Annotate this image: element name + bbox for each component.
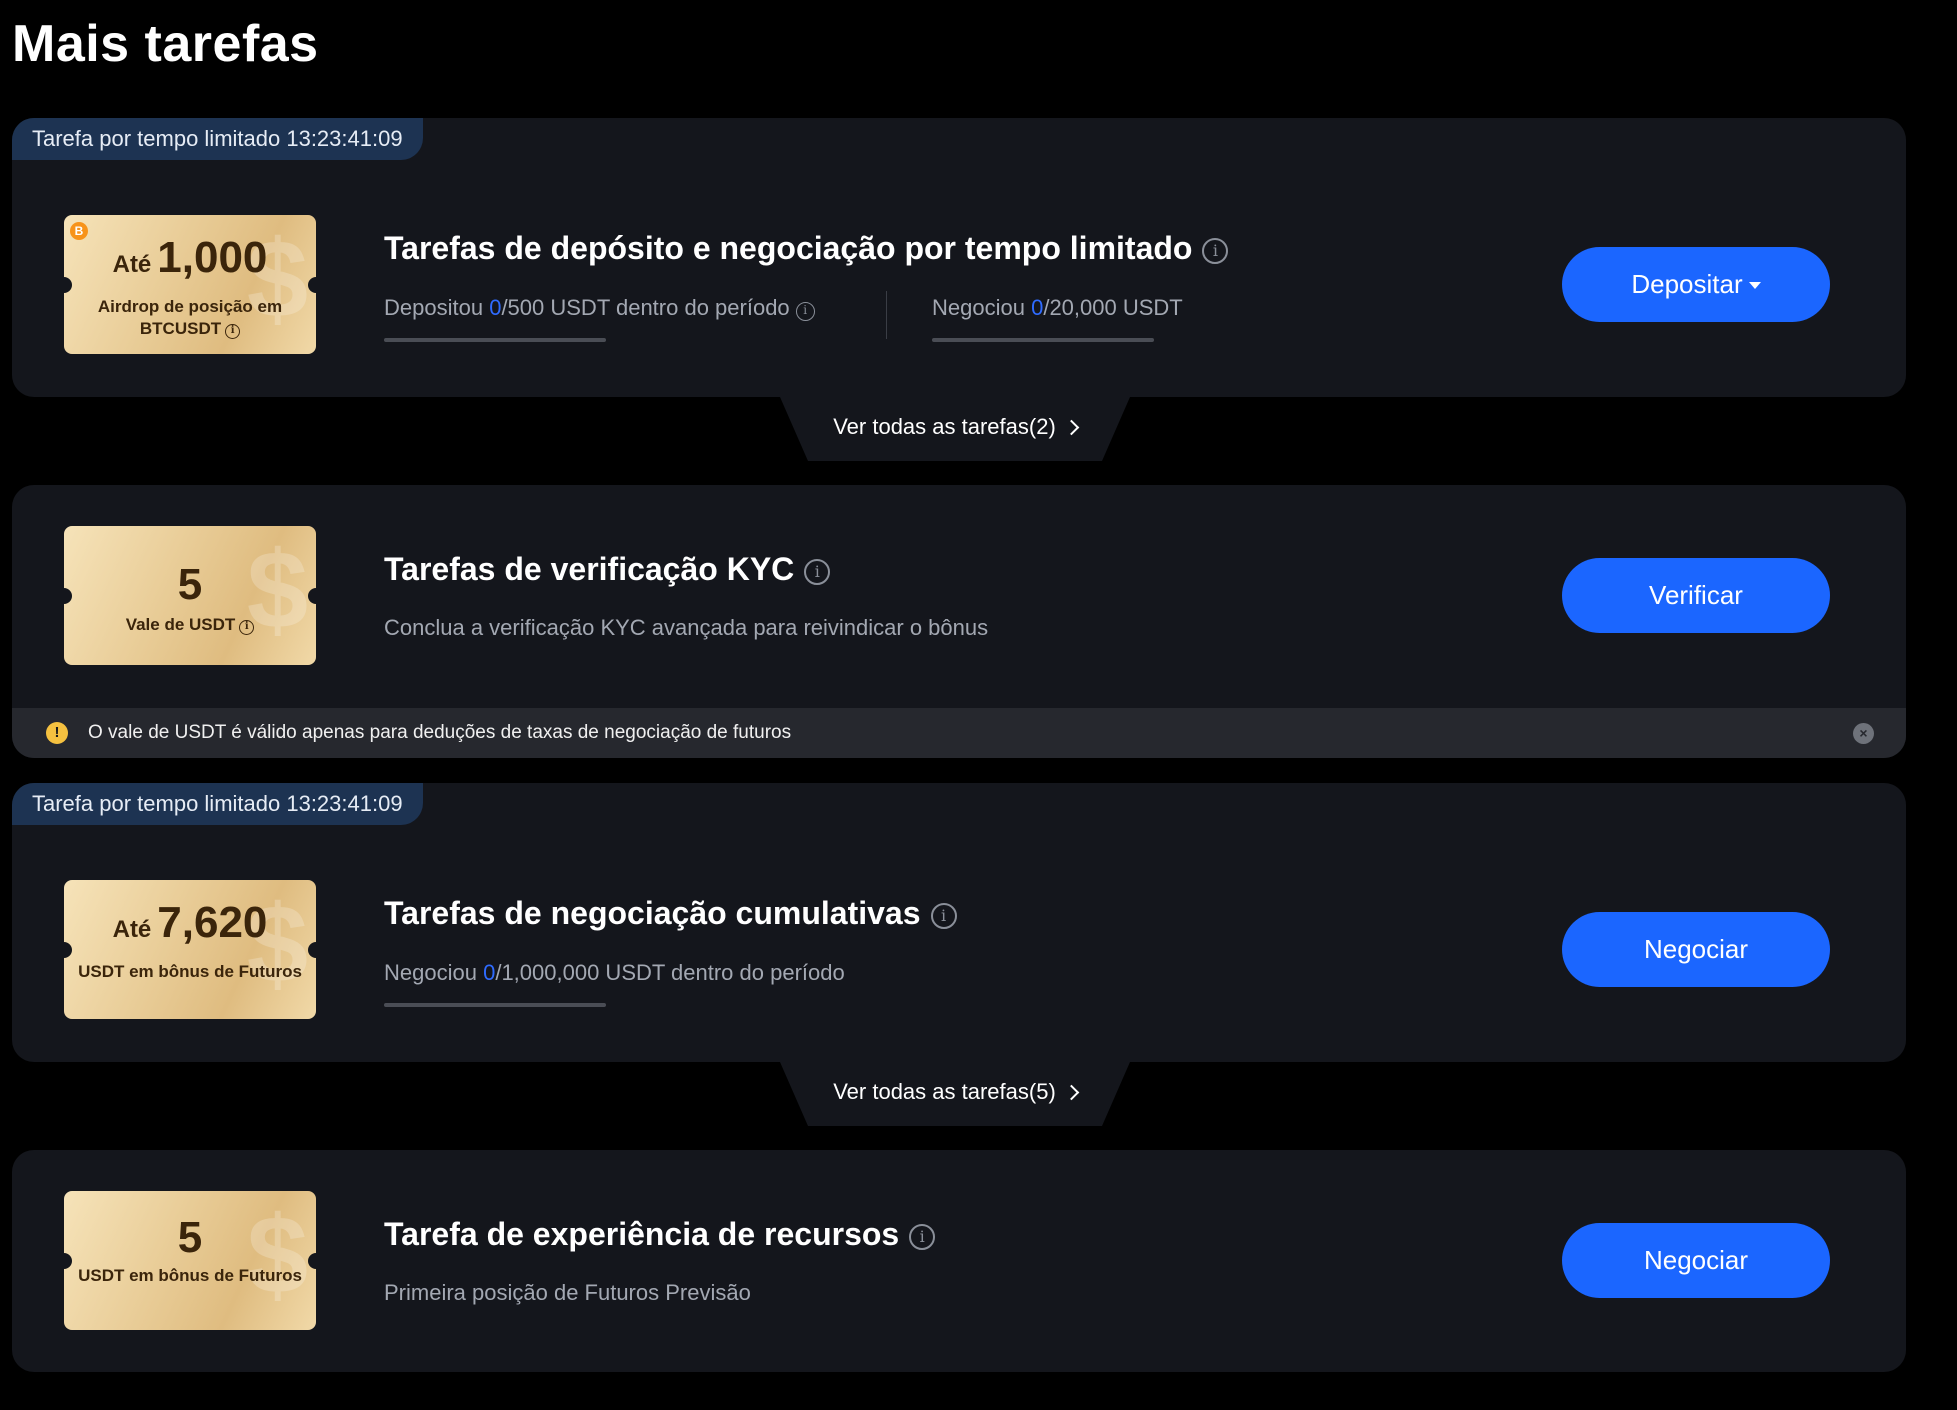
reward-amount: Até 1,000 (64, 233, 316, 290)
trade-button[interactable]: Negociar (1562, 1223, 1830, 1298)
info-icon[interactable]: i (930, 903, 957, 929)
reward-ticket: $ 5 Vale de USDT i (64, 526, 316, 665)
reward-value: 5 (177, 1213, 203, 1262)
task-card-deposit-trade: Tarefa por tempo limitado 13:23:41:09 $ … (12, 118, 1906, 397)
see-all-label: Ver todas as tarefas(5) (833, 1079, 1056, 1104)
reward-ticket: $ B Até 1,000 Airdrop de posição em BTCUS… (64, 215, 316, 354)
chevron-right-icon (1063, 1084, 1080, 1101)
reward-value: 7,620 (157, 898, 268, 947)
notice-text: O vale de USDT é válido apenas para dedu… (88, 722, 792, 743)
info-icon[interactable]: i (795, 302, 815, 321)
task-card-feature-experience: $ 5 USDT em bônus de Futuros Tarefa de e… (12, 1150, 1906, 1372)
reward-label: USDT em bônus de Futuros (78, 1266, 302, 1285)
info-icon[interactable]: i (225, 324, 241, 339)
task-subtitle: Primeira posição de Futuros Previsão (384, 1280, 751, 1305)
progress-prefix: Negociou (384, 960, 484, 985)
info-icon[interactable]: i (239, 620, 255, 635)
close-icon[interactable]: × (1853, 723, 1874, 744)
task-title: Tarefa de experiência de recursos i (384, 1216, 936, 1253)
divider (886, 291, 887, 339)
see-all-tasks-button[interactable]: Ver todas as tarefas(2) (780, 397, 1130, 461)
deposit-button-label: Depositar (1631, 269, 1743, 299)
task-title: Tarefas de negociação cumulativas i (384, 895, 957, 932)
page-title: Mais tarefas (12, 15, 319, 73)
reward-label-text: Vale de USDT (125, 615, 236, 634)
task-title-text: Tarefas de depósito e negociação por tem… (384, 230, 1193, 266)
reward-prefix: Até (112, 251, 152, 278)
reward-value: 1,000 (157, 233, 268, 282)
chevron-right-icon (1063, 419, 1080, 436)
trade-progress-bar (932, 338, 1154, 342)
task-title: Tarefas de depósito e negociação por tem… (384, 230, 1229, 267)
progress-current: 0 (489, 295, 502, 320)
deposit-progress-bar (384, 338, 606, 342)
reward-value: 5 (177, 560, 203, 609)
warning-icon: ! (46, 722, 68, 744)
task-card-kyc: $ 5 Vale de USDT i Tarefas de verificação… (12, 485, 1906, 758)
reward-ticket: $ Até 7,620 USDT em bônus de Futuros (64, 880, 316, 1019)
limited-time-tag: Tarefa por tempo limitado 13:23:41:09 (12, 783, 423, 825)
reward-ticket: $ 5 USDT em bônus de Futuros (64, 1191, 316, 1330)
reward-amount: Até 7,620 (64, 898, 316, 955)
task-subtitle: Conclua a verificação KYC avançada para … (384, 615, 989, 640)
limited-time-tag: Tarefa por tempo limitado 13:23:41:09 (12, 118, 423, 160)
progress-prefix: Depositou (384, 295, 490, 320)
trade-progress-bar (384, 1003, 606, 1007)
task-title: Tarefas de verificação KYC i (384, 551, 831, 588)
reward-label: Vale de USDT i (64, 614, 316, 636)
verify-button[interactable]: Verificar (1562, 558, 1830, 633)
trade-progress-text: Negociou 0/20,000 USDT (932, 295, 1183, 321)
info-icon[interactable]: i (804, 559, 831, 585)
caret-down-icon (1748, 282, 1761, 289)
task-card-cumulative-trade: Tarefa por tempo limitado 13:23:41:09 $ … (12, 783, 1906, 1062)
notice-bar: ! O vale de USDT é válido apenas para de… (12, 708, 1906, 758)
progress-suffix: /20,000 USDT (1043, 295, 1183, 320)
see-all-label: Ver todas as tarefas(2) (833, 414, 1056, 439)
see-all-tasks-button[interactable]: Ver todas as tarefas(5) (780, 1062, 1130, 1126)
task-title-text: Tarefas de verificação KYC (384, 551, 795, 587)
progress-suffix: /500 USDT dentro do período (501, 295, 790, 320)
reward-label-text: Airdrop de posição em BTCUSDT (97, 297, 283, 338)
progress-current: 0 (483, 960, 496, 985)
progress-prefix: Negociou (932, 295, 1032, 320)
trade-button[interactable]: Negociar (1562, 912, 1830, 987)
task-title-text: Tarefas de negociação cumulativas (384, 895, 921, 931)
info-icon[interactable]: i (909, 1224, 936, 1250)
reward-label: Airdrop de posição em BTCUSDT i (64, 296, 316, 340)
reward-label: USDT em bônus de Futuros (78, 962, 302, 981)
progress-current: 0 (1031, 295, 1044, 320)
info-icon[interactable]: i (1202, 238, 1229, 264)
reward-prefix: Até (112, 916, 152, 943)
deposit-button[interactable]: Depositar (1562, 247, 1830, 322)
deposit-progress-text: Depositou 0/500 USDT dentro do período i (384, 295, 815, 321)
progress-suffix: /1,000,000 USDT dentro do período (495, 960, 845, 985)
trade-progress-text: Negociou 0/1,000,000 USDT dentro do perí… (384, 960, 845, 986)
task-title-text: Tarefa de experiência de recursos (384, 1216, 900, 1252)
